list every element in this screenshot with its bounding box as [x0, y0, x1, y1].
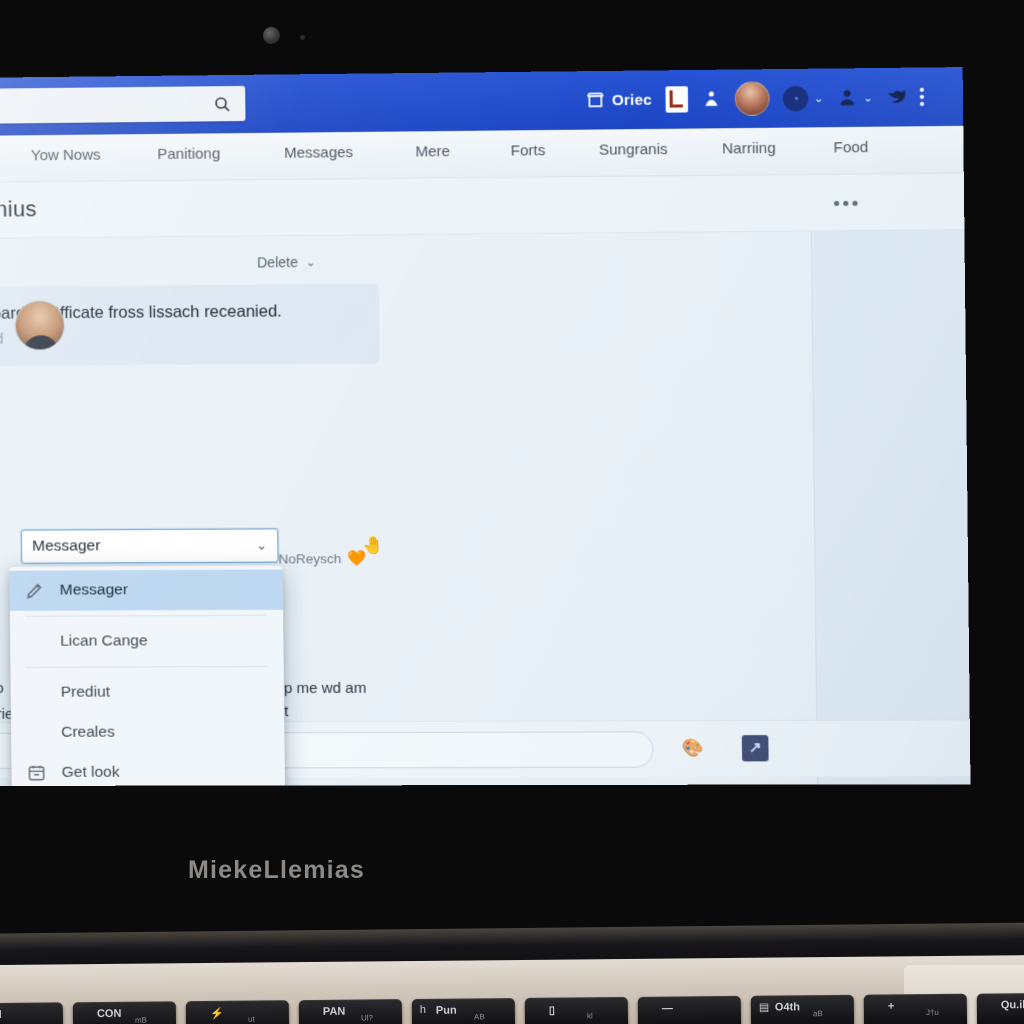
key-label: ⚡ [209, 1007, 224, 1020]
key-sublabel: aB [812, 1009, 823, 1019]
key-label: CON [96, 1007, 122, 1021]
more-options-icon[interactable] [834, 200, 858, 207]
appbar-item-notifications[interactable]: ◔ ⌄ [782, 85, 824, 111]
chevron-down-icon: ⌄ [863, 91, 873, 105]
menu-item-label: Messager [59, 581, 129, 599]
keyboard-key[interactable]: h Pun AB [411, 998, 516, 1024]
nav-tab-3[interactable]: Messages [284, 144, 353, 162]
kebab-menu-icon[interactable] [919, 87, 925, 107]
messager-select[interactable]: Messager ⌄ [20, 528, 279, 564]
reaction-row[interactable]: NoReysch 🧡 [278, 549, 366, 567]
page-title: aneranius [0, 196, 37, 223]
nav-tab-4[interactable]: Mere [415, 143, 450, 160]
account-icon [840, 90, 854, 106]
avatar[interactable] [734, 81, 770, 117]
body-fragment-2: le hado [0, 679, 4, 697]
keyboard-key[interactable]: ▯ kl [524, 996, 629, 1024]
page-header: aneranius [0, 173, 965, 239]
webcam-icon [263, 27, 280, 44]
key-sublabel: kl [586, 1011, 593, 1021]
nav-tab-5[interactable]: Forts [511, 142, 546, 159]
appbar-store-label: Oriec [611, 91, 652, 109]
sticker-icon[interactable]: 🎨 [682, 737, 705, 759]
nav-tab-6[interactable]: Sungranis [599, 141, 668, 159]
menu-item-get-look[interactable]: Get look [11, 752, 285, 786]
key-label: O4th [774, 1001, 801, 1014]
send-icon[interactable]: ↗ [741, 735, 769, 762]
key-label: — [661, 1002, 673, 1015]
body-fragment-7: t [284, 703, 289, 721]
keyboard-key[interactable]: PAN Ul? [298, 999, 403, 1024]
keyboard-key[interactable]: CON mB [72, 1001, 177, 1024]
menu-item-label: Creales [61, 723, 115, 741]
body-fragment-6: p me wd am [283, 679, 367, 698]
chevron-down-icon: ⌄ [305, 256, 316, 269]
menu-item-creales[interactable]: Creales [11, 712, 285, 753]
chevron-down-icon: ⌄ [813, 92, 824, 105]
book-icon[interactable] [664, 86, 688, 113]
key-sublabel: AB [473, 1012, 485, 1022]
blank-icon [25, 682, 47, 704]
photo-scene: Oriec ◔ ⌄ ⌄ Yow Nows Panitiong Messages … [0, 0, 1024, 1024]
keyboard-key[interactable]: ⚡ ut [185, 1000, 290, 1024]
webcam-indicator-icon [300, 35, 305, 40]
store-icon [585, 90, 606, 110]
key-label: ▯ [548, 1004, 556, 1017]
nav-tab-8[interactable]: Food [833, 139, 868, 157]
menu-divider [26, 666, 268, 668]
key-sublabel: J†u [925, 1007, 939, 1018]
reaction-label: NoReysch [278, 550, 342, 567]
laptop-brand-label: MiekeLlemias [188, 856, 365, 884]
chevron-down-icon: ⌄ [256, 537, 268, 553]
key-sublabel: Ul? [360, 1013, 374, 1023]
select-value: Messager [32, 537, 101, 555]
blank-icon [25, 722, 47, 744]
menu-item-label: Lican Cange [60, 632, 148, 650]
calendar-icon [25, 762, 47, 784]
menu-item-label: Prediut [60, 683, 111, 701]
message-avatar [14, 300, 66, 351]
hand-emoji-icon: 🤚 [361, 535, 384, 556]
key-label: + [887, 1000, 895, 1013]
pencil-icon [23, 580, 45, 602]
key-label: Pun [435, 1004, 457, 1017]
appbar-item-store[interactable]: Oriec [585, 90, 652, 111]
delete-label: Delete [257, 254, 299, 271]
key-label: Aul [0, 1009, 2, 1021]
key-sublabel: mB [134, 1015, 148, 1024]
key-sublabel: ut [247, 1014, 255, 1024]
nav-tab-7[interactable]: Narriing [722, 140, 776, 158]
search-icon [214, 96, 229, 111]
search-input[interactable] [0, 85, 246, 125]
menu-item-prediut[interactable]: Prediut [10, 672, 284, 713]
delete-control[interactable]: Delete ⌄ [257, 254, 316, 271]
keyboard-key[interactable]: ▣Aul [0, 1002, 64, 1024]
nav-tab-1[interactable]: Yow Nows [31, 147, 101, 165]
appbar-item-account[interactable]: ⌄ [837, 87, 873, 108]
menu-item-messager[interactable]: Messager [9, 569, 284, 611]
people-icon[interactable] [701, 89, 722, 109]
app-bar-actions: Oriec ◔ ⌄ ⌄ [585, 68, 925, 130]
nav-tab-2[interactable]: Panitiong [157, 145, 220, 163]
key-glyph: ▤ [758, 1001, 770, 1014]
menu-item-label: Get look [61, 763, 120, 781]
keyboard-key[interactable]: + J†u [863, 993, 968, 1024]
keyboard-key[interactable]: — [637, 995, 742, 1024]
key-glyph: h [419, 1003, 427, 1016]
app-top-bar: Oriec ◔ ⌄ ⌄ [0, 67, 964, 136]
blank-icon [24, 631, 46, 653]
key-label: PAN [322, 1005, 346, 1018]
nav-tabs: outh Yow Nows Panitiong Messages Mere Fo… [0, 125, 964, 183]
laptop-screen: Oriec ◔ ⌄ ⌄ Yow Nows Panitiong Messages … [0, 67, 971, 787]
notifications-icon: ◔ [782, 85, 809, 111]
right-sidebar-panel [810, 173, 971, 785]
key-label: Qu.ili [1000, 999, 1024, 1012]
keyboard-key[interactable]: ▤ O4th aB [750, 994, 855, 1024]
menu-divider [25, 614, 268, 617]
bird-icon[interactable] [886, 87, 907, 107]
keyboard-key[interactable]: Qu.ili [976, 992, 1024, 1024]
dropdown-menu: Messager Lican Cange Prediut Creales Get… [9, 565, 287, 787]
menu-item-lican-cange[interactable]: Lican Cange [10, 621, 284, 662]
